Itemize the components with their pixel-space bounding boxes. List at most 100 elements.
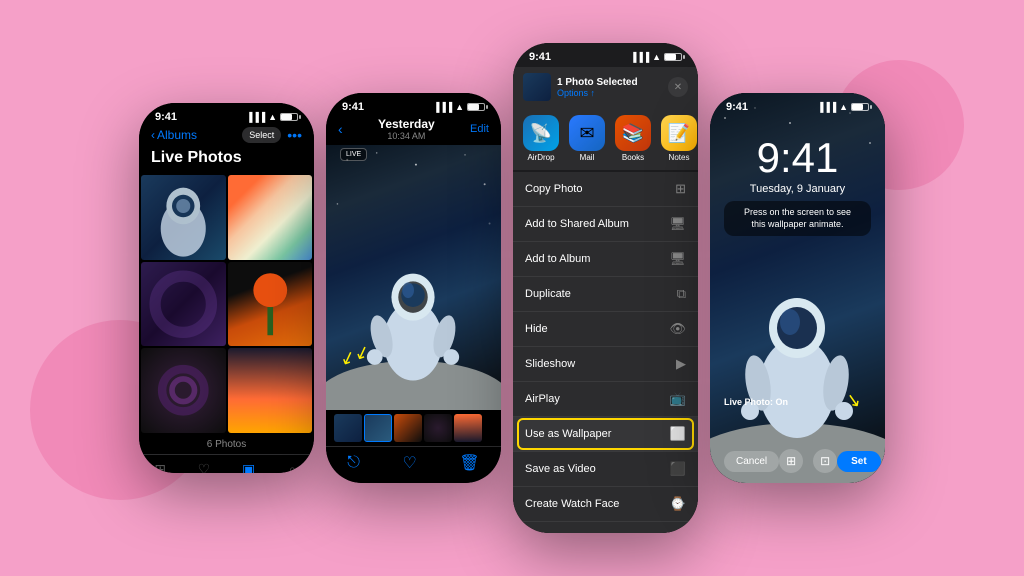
menu-item-wallpaper-label: Use as Wallpaper — [525, 428, 611, 440]
strip-thumb-5[interactable] — [454, 414, 482, 442]
main-photo[interactable]: ↙↙ — [326, 145, 501, 410]
menu-item-save-video[interactable]: Save as Video ⬛ — [513, 452, 698, 487]
page-title: Live Photos — [139, 149, 314, 175]
share-options[interactable]: Options ↑ — [557, 88, 662, 98]
live-badge: LIVE — [340, 148, 367, 161]
more-button[interactable]: ••• — [287, 127, 302, 143]
status-bar-3: 9:41 ▐▐▐ ▲ — [513, 43, 698, 67]
photo-thumb-3[interactable] — [141, 262, 226, 347]
phones-container: 9:41 ▐▐▐ ▲ ‹ Albums Select ••• Live Phot… — [139, 43, 885, 533]
albums-back[interactable]: ‹ Albums — [151, 128, 197, 142]
photo-thumb-6[interactable] — [228, 348, 313, 433]
menu-item-slideshow[interactable]: Slideshow ▶ — [513, 347, 698, 382]
notes-label: Notes — [669, 153, 690, 162]
battery-icon-2 — [467, 103, 485, 111]
photo-thumb-1[interactable] — [141, 175, 226, 260]
lock-icon-btn-1[interactable]: ⊞ — [779, 449, 803, 473]
status-icons-3: ▐▐▐ ▲ — [630, 52, 682, 62]
menu-item-copy[interactable]: Copy Photo ⊞ — [513, 172, 698, 207]
strip-thumb-3[interactable] — [394, 414, 422, 442]
watch-face-icon: ⌚ — [670, 496, 686, 512]
cancel-button[interactable]: Cancel — [724, 451, 779, 472]
photo-thumb-5[interactable] — [141, 348, 226, 433]
strip-thumb-1[interactable] — [334, 414, 362, 442]
menu-item-hide[interactable]: Hide 👁 — [513, 312, 698, 347]
lock-icon-btn-2[interactable]: ⊡ — [813, 449, 837, 473]
strip-thumb-2[interactable] — [364, 414, 392, 442]
mail-label: Mail — [580, 153, 595, 162]
chevron-left-icon: ‹ — [151, 128, 155, 142]
add-album-icon: 🖥 — [669, 251, 686, 267]
menu-item-shared-album[interactable]: Add to Shared Album 🖥 — [513, 207, 698, 242]
lock-time: 9:41 — [710, 137, 885, 179]
signal-icon-2: ▐▐▐ — [433, 102, 452, 112]
menu-item-add-album-label: Add to Album — [525, 253, 590, 265]
viewer-edit-button[interactable]: Edit — [470, 123, 489, 135]
viewer-back[interactable]: ‹ — [338, 121, 343, 137]
duplicate-icon: ⧉ — [677, 286, 686, 302]
mail-icon-item[interactable]: ✉ Mail — [569, 115, 605, 162]
photo-thumb-2[interactable] — [228, 175, 313, 260]
menu-item-duplicate[interactable]: Duplicate ⧉ — [513, 277, 698, 312]
wifi-icon: ▲ — [268, 112, 277, 122]
menu-item-save-files[interactable]: Save to Files 📁 — [513, 522, 698, 533]
wifi-icon-4: ▲ — [839, 102, 848, 112]
viewer-date: Yesterday — [378, 117, 435, 131]
status-icons-4: ▐▐▐ ▲ — [817, 102, 869, 112]
menu-item-copy-label: Copy Photo — [525, 183, 582, 195]
heart-icon: ♡ — [198, 461, 211, 474]
set-button[interactable]: Set — [837, 451, 881, 472]
hide-icon: 👁 — [669, 321, 686, 337]
notes-icon: 📝 — [661, 115, 697, 151]
menu-item-watch-face[interactable]: Create Watch Face ⌚ — [513, 487, 698, 522]
signal-icon-3: ▐▐▐ — [630, 52, 649, 62]
albums-actions: Select ••• — [242, 127, 302, 143]
menu-item-slideshow-label: Slideshow — [525, 358, 575, 370]
albums-header: ‹ Albums Select ••• — [139, 127, 314, 149]
status-icons-1: ▐▐▐ ▲ — [246, 112, 298, 122]
lock-icon-buttons: ⊞ ⊡ — [779, 449, 837, 473]
live-photo-label: Live Photo: On — [724, 397, 788, 407]
share-title-area: 1 Photo Selected Options ↑ — [557, 77, 662, 98]
books-icon-item[interactable]: 📚 Books — [615, 115, 651, 162]
status-time-2: 9:41 — [342, 101, 364, 113]
menu-item-add-album[interactable]: Add to Album 🖥 — [513, 242, 698, 277]
nav-library[interactable]: ⊞ Library — [149, 461, 170, 474]
airdrop-icon: 📡 — [523, 115, 559, 151]
airdrop-icon-item[interactable]: 📡 AirDrop — [523, 115, 559, 162]
menu-item-watch-face-label: Create Watch Face — [525, 498, 619, 510]
menu-item-save-video-label: Save as Video — [525, 463, 596, 475]
back-label[interactable]: Albums — [157, 128, 197, 142]
shared-album-icon: 🖥 — [669, 216, 686, 232]
wifi-icon-3: ▲ — [652, 52, 661, 62]
save-video-icon: ⬛ — [670, 461, 686, 477]
nav-for-you[interactable]: ♡ For You — [192, 461, 216, 474]
bottom-nav: ⊞ Library ♡ For You ▣ Albums ⌕ Search — [139, 454, 314, 474]
share-button[interactable]: ⎋ — [347, 454, 360, 472]
mail-icon: ✉ — [569, 115, 605, 151]
status-time-3: 9:41 — [529, 51, 551, 63]
status-bar-4: 9:41 ▐▐▐ ▲ — [710, 93, 885, 117]
share-close-button[interactable]: ✕ — [668, 77, 688, 97]
library-icon: ⊞ — [154, 461, 166, 474]
select-button[interactable]: Select — [242, 127, 281, 143]
viewer-time: 10:34 AM — [378, 131, 435, 141]
delete-button[interactable]: 🗑 — [459, 453, 479, 473]
strip-thumb-4[interactable] — [424, 414, 452, 442]
save-files-icon: 📁 — [670, 531, 686, 533]
menu-item-airplay[interactable]: AirPlay 📺 — [513, 382, 698, 417]
menu-item-wallpaper[interactable]: Use as Wallpaper ⬜ — [513, 417, 698, 452]
photo-strip — [326, 410, 501, 446]
phone-3-share-menu: 9:41 ▐▐▐ ▲ 1 Photo Selected Options ↑ ✕ … — [513, 43, 698, 533]
battery-icon — [280, 113, 298, 121]
viewer-header: ‹ Yesterday 10:34 AM Edit — [326, 117, 501, 145]
status-time-4: 9:41 — [726, 101, 748, 113]
favorite-button[interactable]: ♡ — [403, 453, 417, 473]
airdrop-label: AirDrop — [527, 153, 554, 162]
nav-search[interactable]: ⌕ Search — [281, 461, 303, 474]
photo-thumb-4[interactable] — [228, 262, 313, 347]
notes-icon-item[interactable]: 📝 Notes — [661, 115, 697, 162]
nav-albums[interactable]: ▣ Albums — [237, 461, 260, 474]
battery-icon-3 — [664, 53, 682, 61]
viewer-title: Yesterday 10:34 AM — [378, 117, 435, 141]
